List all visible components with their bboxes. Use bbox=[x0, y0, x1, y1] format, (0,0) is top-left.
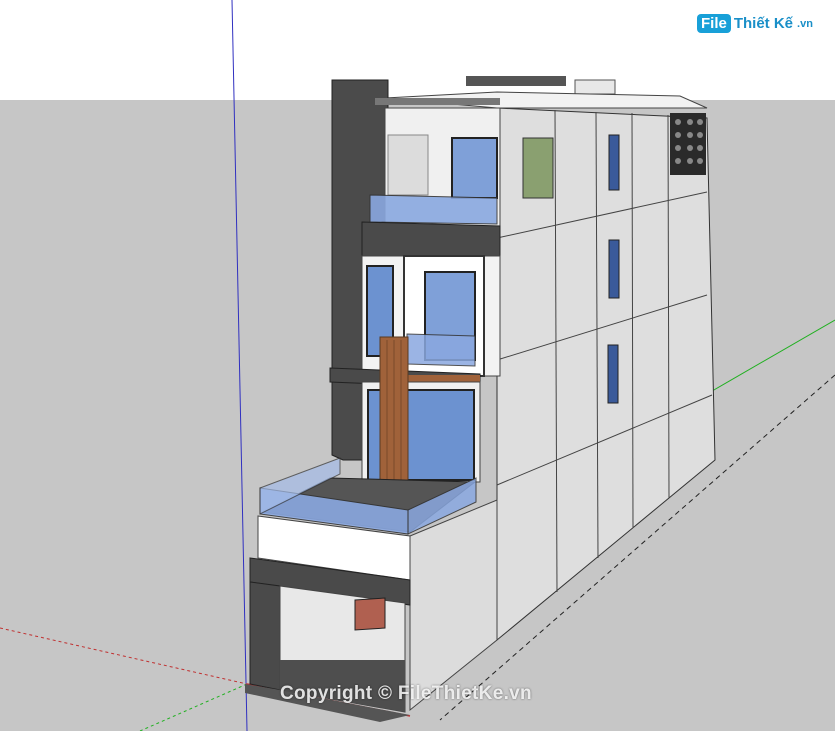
middle-glass-railing bbox=[406, 333, 476, 367]
interior-stairs bbox=[354, 597, 386, 631]
side-window bbox=[522, 137, 554, 199]
side-window bbox=[608, 134, 620, 191]
logo-name: Thiết Kế bbox=[733, 15, 794, 32]
house-3d-model-scene bbox=[0, 0, 835, 731]
upper-floor-shutter bbox=[387, 134, 429, 196]
copyright-watermark: Copyright © FileThietKe.vn bbox=[280, 683, 532, 704]
upper-glass-railing bbox=[369, 194, 498, 225]
logo-badge: File bbox=[697, 14, 731, 33]
roof-tank bbox=[574, 79, 616, 95]
upper-canopy bbox=[375, 98, 500, 105]
roof-structure bbox=[466, 76, 566, 86]
filethietke-logo: File Thiết Kế .vn bbox=[697, 14, 813, 33]
side-window bbox=[608, 239, 620, 299]
logo-tld: .vn bbox=[797, 17, 813, 30]
side-window bbox=[607, 344, 619, 404]
garage-left-pillar bbox=[249, 581, 281, 691]
upper-floor-window bbox=[451, 137, 498, 199]
upper-balcony-slab bbox=[361, 221, 501, 261]
